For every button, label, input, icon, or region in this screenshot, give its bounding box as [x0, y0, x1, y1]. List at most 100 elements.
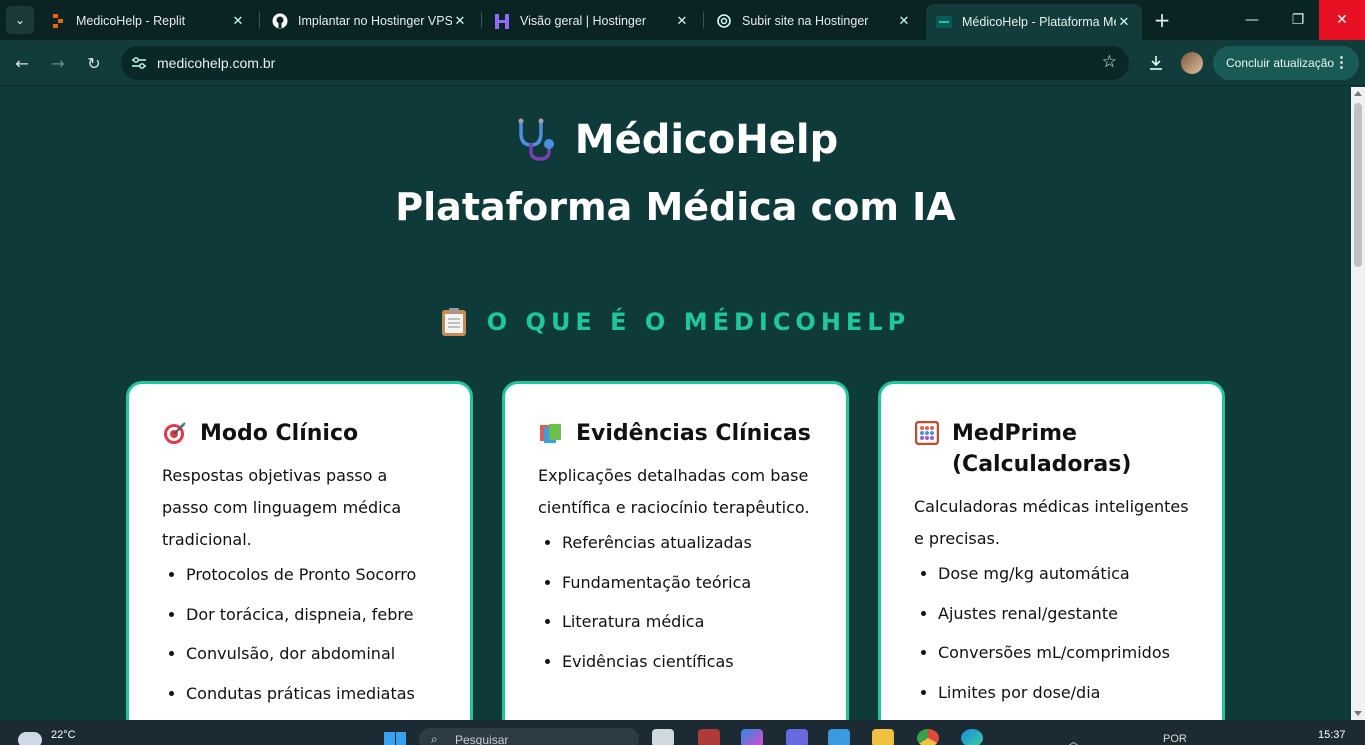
more-menu-icon[interactable]: ⋮ [1334, 53, 1349, 71]
stethoscope-icon [518, 118, 554, 161]
medicohelp-icon [936, 14, 952, 30]
close-icon[interactable]: ✕ [674, 13, 690, 29]
tab-divider [481, 12, 482, 28]
page-scrollbar[interactable] [1351, 87, 1365, 720]
tab-title: MedicoHelp - Replit [76, 14, 186, 28]
bookmark-star-icon[interactable]: ☆ [1102, 52, 1117, 72]
update-button[interactable]: Concluir atualização ⋮ [1213, 46, 1359, 80]
scroll-up-arrow-icon[interactable] [1354, 91, 1362, 96]
close-window-button[interactable]: ✕ [1319, 0, 1365, 40]
update-button-label: Concluir atualização [1226, 56, 1335, 70]
taskbar-search[interactable]: ⌕ Pesquisar [419, 728, 639, 745]
clipboard-icon [441, 308, 466, 336]
search-placeholder: Pesquisar [455, 733, 509, 745]
list-item: Literatura médica [562, 611, 814, 633]
windows-start-icon[interactable] [384, 732, 406, 745]
card-feature-list: Protocolos de Pronto Socorro Dor torácic… [162, 564, 438, 705]
app-icon[interactable] [698, 729, 720, 745]
reload-icon: ↻ [87, 53, 101, 73]
weather-temperature[interactable]: 22°C [51, 729, 76, 741]
tab-search-button[interactable]: ⌄ [6, 6, 34, 34]
card-description: Calculadoras médicas inteligentes e prec… [914, 497, 1189, 548]
card-title-text: Modo Clínico [200, 421, 359, 446]
tab-strip: ⌄ MedicoHelp - Replit ✕ Implantar no Hos… [0, 0, 1365, 40]
list-item: Condutas práticas imediatas [186, 683, 438, 705]
scroll-down-arrow-icon[interactable] [1354, 711, 1362, 716]
file-explorer-icon[interactable] [872, 729, 894, 745]
search-icon: ⌕ [431, 732, 438, 745]
feature-card-medprime: MedPrime (Calculadoras) Calculadoras méd… [878, 381, 1225, 720]
brand-name: MédicoHelp [574, 117, 839, 163]
site-info-icon[interactable] [130, 54, 148, 72]
tab-hostinger[interactable]: Visão geral | Hostinger ✕ [484, 6, 700, 36]
github-icon [272, 13, 288, 29]
back-button[interactable]: ← [10, 51, 34, 75]
tray-chevron-up-icon[interactable]: ︿ [1068, 733, 1079, 745]
card-feature-list: Referências atualizadas Fundamentação te… [538, 532, 814, 673]
url-text[interactable]: medicohelp.com.br [157, 55, 275, 71]
edge-icon[interactable] [961, 729, 983, 745]
chevron-down-icon: ⌄ [14, 13, 26, 27]
card-description: Respostas objetivas passo a passo com li… [162, 466, 402, 549]
list-item: Limites por dose/dia [938, 682, 1190, 704]
weather-cloud-icon[interactable] [18, 732, 42, 745]
card-feature-list: Dose mg/kg automática Ajustes renal/gest… [914, 563, 1190, 704]
minimize-button[interactable]: — [1229, 0, 1275, 40]
downloads-button[interactable] [1144, 51, 1168, 75]
list-item: Dose mg/kg automática [938, 563, 1190, 585]
tab-title: Subir site na Hostinger [742, 14, 869, 28]
brand-heading: MédicoHelp [0, 117, 1351, 163]
scrollbar-thumb[interactable] [1354, 103, 1362, 267]
list-item: Evidências científicas [562, 651, 814, 673]
card-title: MedPrime (Calculadoras) [914, 418, 1190, 480]
arrow-left-icon: ← [15, 53, 29, 73]
section-heading: O QUE É O MÉDICOHELP [0, 307, 1351, 337]
tab-title: MédicoHelp - Plataforma Médica [962, 15, 1116, 29]
forward-button[interactable]: → [46, 51, 70, 75]
card-title: Modo Clínico [162, 418, 438, 449]
teams-icon[interactable] [786, 729, 808, 745]
browser-toolbar: ← → ↻ medicohelp.com.br ☆ Concluir atual… [0, 40, 1365, 86]
download-icon [1150, 56, 1162, 70]
close-icon[interactable]: ✕ [230, 13, 246, 29]
tab-replit[interactable]: MedicoHelp - Replit ✕ [40, 6, 256, 36]
profile-avatar[interactable] [1181, 52, 1203, 74]
tab-divider [703, 12, 704, 28]
language-indicator[interactable]: POR [1163, 733, 1187, 745]
abacus-icon [914, 420, 940, 446]
list-item: Dor torácica, dispneia, febre [186, 604, 438, 626]
list-item: Ajustes renal/gestante [938, 603, 1190, 625]
task-view-icon[interactable] [652, 729, 674, 745]
page-tagline: Plataforma Médica com IA [395, 185, 956, 229]
card-description: Explicações detalhadas com base científi… [538, 466, 810, 517]
copilot-icon[interactable] [741, 729, 763, 745]
close-icon[interactable]: ✕ [1116, 14, 1132, 30]
new-tab-button[interactable]: + [1150, 8, 1174, 32]
address-bar[interactable]: medicohelp.com.br ☆ [121, 46, 1129, 80]
restore-button[interactable]: ❐ [1275, 0, 1321, 40]
close-icon[interactable]: ✕ [896, 13, 912, 29]
windows-taskbar: 22°C ⌕ Pesquisar ︿ POR 15:37 [0, 720, 1365, 745]
list-item: Conversões mL/comprimidos [938, 642, 1190, 664]
section-title: O QUE É O MÉDICOHELP [486, 308, 911, 336]
tab-github[interactable]: Implantar no Hostinger VPS ✕ [262, 6, 478, 36]
chrome-icon[interactable] [917, 729, 939, 745]
arrow-right-icon: → [51, 53, 65, 73]
replit-icon [50, 13, 66, 29]
feature-card-modo-clinico: Modo Clínico Respostas objetivas passo a… [126, 381, 473, 720]
close-icon[interactable]: ✕ [452, 13, 468, 29]
card-title: Evidências Clínicas [538, 418, 814, 449]
tab-title: Implantar no Hostinger VPS [298, 14, 452, 28]
tab-title: Visão geral | Hostinger [520, 14, 647, 28]
feature-card-evidencias: Evidências Clínicas Explicações detalhad… [502, 381, 849, 720]
hostinger-icon [494, 13, 510, 29]
books-icon [538, 420, 564, 446]
tab-medicohelp[interactable]: MédicoHelp - Plataforma Médica ✕ [926, 4, 1142, 40]
list-item: Referências atualizadas [562, 532, 814, 554]
mail-icon[interactable] [828, 729, 850, 745]
taskbar-clock[interactable]: 15:37 [1318, 729, 1346, 741]
list-item: Fundamentação teórica [562, 572, 814, 594]
tab-chatgpt[interactable]: Subir site na Hostinger ✕ [706, 6, 922, 36]
tab-divider [259, 12, 260, 28]
reload-button[interactable]: ↻ [82, 51, 106, 75]
